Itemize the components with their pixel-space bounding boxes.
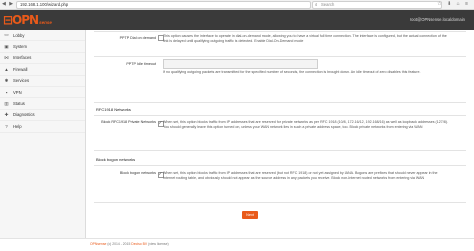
laptop-icon: ▭ — [4, 32, 9, 38]
divider — [94, 202, 466, 203]
gears-icon: ✱ — [4, 77, 9, 83]
pptp-dial-description: This option causes the interface to oper… — [163, 34, 447, 43]
opnsense-logo[interactable]: ⊟OPN sense — [3, 13, 52, 27]
rfc1918-section-title: RFC1918 Networks — [96, 107, 131, 112]
lock-icon: ▪ — [5, 89, 8, 95]
sidebar-item-vpn[interactable]: ▪ VPN — [0, 87, 85, 99]
sidebar-item-label: Help — [13, 123, 22, 129]
footer-org-link[interactable]: Deciso BV — [131, 242, 147, 246]
sidebar: ▭ Lobby ▣ System ⋈ Interfaces ▲ Firewall ✱ Servic… — [0, 30, 86, 238]
back-forward-icon[interactable]: ◀ ▶ — [2, 1, 14, 7]
footer: OPNsense (c) 2014 - 2015 Deciso BV (view… — [0, 238, 474, 251]
sidebar-item-label: System — [13, 44, 27, 50]
divider — [94, 165, 466, 166]
sitemap-icon: ⋈ — [4, 54, 9, 60]
sidebar-item-lobby[interactable]: ▭ Lobby — [0, 30, 85, 42]
logo-mark: ⊟OPN — [3, 13, 39, 27]
medkit-icon: ✚ — [4, 111, 9, 117]
pptp-idle-description: If no qualifying outgoing packets are tr… — [163, 70, 421, 74]
fire-icon: ▲ — [4, 66, 9, 72]
footer-copyright: OPNsense (c) 2014 - 2015 Deciso BV (view… — [90, 242, 169, 246]
computer-icon: ▣ — [4, 43, 9, 49]
browser-menu-icons[interactable]: ☆ ⬇ ⌂ ≡ — [437, 1, 470, 7]
sidebar-item-label: Diagnostics — [13, 112, 35, 118]
sidebar-item-label: VPN — [13, 89, 22, 95]
bar-chart-icon: ▥ — [4, 100, 9, 106]
divider — [94, 150, 466, 151]
top-navbar: ⊟OPN sense root@OPNsense.localdomain — [0, 10, 474, 30]
sidebar-item-label: Lobby — [13, 32, 25, 38]
next-button[interactable]: Next — [242, 211, 258, 219]
bogon-description: When set, this option blocks traffic fro… — [163, 171, 438, 180]
sidebar-item-interfaces[interactable]: ⋈ Interfaces — [0, 53, 85, 65]
sidebar-item-label: Firewall — [13, 66, 28, 72]
main-content: PPTP Dial on demand This option causes t… — [86, 30, 474, 238]
rfc1918-label: Block RFC1918 Private Networks — [101, 120, 156, 124]
footer-text: (c) 2014 - 2015 — [106, 242, 132, 246]
user-account[interactable]: root@OPNsense.localdomain — [410, 17, 465, 22]
divider — [94, 115, 466, 116]
sidebar-item-help[interactable]: ? Help — [0, 121, 85, 133]
sidebar-item-diagnostics[interactable]: ✚ Diagnostics — [0, 110, 85, 122]
divider — [94, 31, 466, 32]
browser-search-input[interactable]: ⌕ Search — [312, 1, 442, 9]
url-bar[interactable]: 192.168.1.100/wizard.php — [16, 1, 311, 9]
bogon-section-title: Block bogon networks — [96, 157, 136, 162]
sidebar-item-label: Services — [13, 78, 30, 84]
rfc1918-description: When set, this option blocks traffic fro… — [163, 120, 448, 129]
pptp-idle-label: PPTP Idle timeout — [126, 62, 156, 66]
browser-toolbar: ◀ ▶ 192.168.1.100/wizard.php ⌕ Search ☆ … — [0, 0, 474, 10]
sidebar-item-label: Status — [13, 101, 25, 107]
sidebar-item-firewall[interactable]: ▲ Firewall — [0, 64, 85, 76]
bogon-label: Block bogon networks — [119, 171, 156, 175]
sidebar-item-label: Interfaces — [13, 55, 32, 61]
search-placeholder: Search — [321, 2, 335, 7]
footer-product[interactable]: OPNsense — [90, 242, 106, 246]
sidebar-item-system[interactable]: ▣ System — [0, 41, 85, 53]
logo-text: sense — [39, 19, 52, 25]
divider — [94, 102, 466, 103]
footer-license-link[interactable]: (view license) — [147, 242, 169, 246]
sidebar-item-status[interactable]: ▥ Status — [0, 98, 85, 110]
pptp-dial-label: PPTP Dial on demand — [119, 36, 156, 40]
divider — [94, 56, 466, 57]
question-icon: ? — [5, 123, 8, 129]
search-icon: ⌕ — [315, 2, 318, 7]
sidebar-item-services[interactable]: ✱ Services — [0, 76, 85, 87]
pptp-idle-timeout-input[interactable] — [163, 59, 318, 69]
